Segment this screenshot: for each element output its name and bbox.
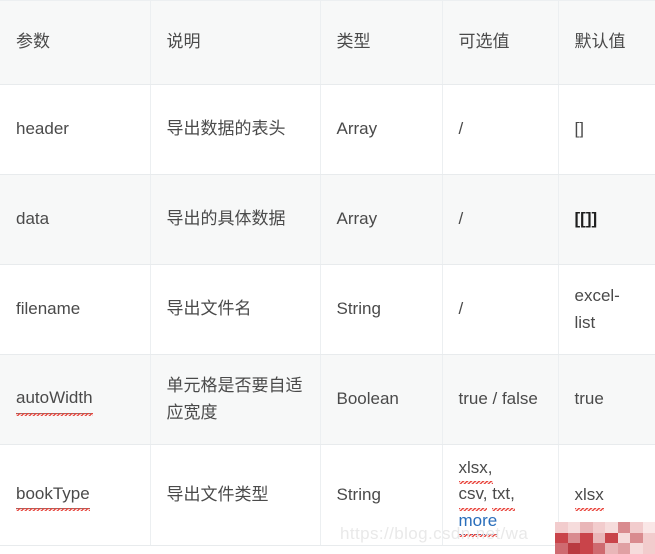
cell-options-booktype: xlsx, csv, txt, more	[442, 444, 559, 547]
misspelled-word-autowidth: autoWidth	[16, 385, 93, 417]
more-link[interactable]: more	[458, 508, 498, 538]
table-header-row: 参数 说明 类型 可选值 默认值	[0, 0, 655, 85]
cell-options-autowidth: true / false	[442, 354, 559, 445]
cell-default-data: [[]]	[558, 174, 655, 265]
table-row: data 导出的具体数据 Array / [[]]	[0, 174, 655, 265]
option-line-one: xlsx,	[458, 455, 542, 485]
table-row: autoWidth 单元格是否要自适应宽度 Boolean true / fal…	[0, 354, 655, 445]
cell-options-filename: /	[442, 264, 559, 355]
misspelled-word-txt: txt,	[492, 481, 515, 512]
misspelled-word-booktype: bookType	[16, 481, 90, 512]
document-root: 参数 说明 类型 可选值 默认值 header 导出数据的表头 Array / …	[0, 0, 655, 554]
cell-param-booktype: bookType	[0, 444, 151, 547]
cell-description-header: 导出数据的表头	[150, 84, 321, 175]
cell-param-header: header	[0, 84, 151, 175]
column-header-options: 可选值	[442, 0, 559, 85]
cell-default-filename: excel-list	[558, 264, 655, 355]
table-header: 参数 说明 类型 可选值 默认值	[0, 0, 655, 85]
cell-default-booktype: xlsx	[558, 444, 655, 547]
cell-description-filename: 导出文件名	[150, 264, 321, 355]
cell-type-autowidth: Boolean	[320, 354, 443, 445]
cell-options-header: /	[442, 84, 559, 175]
cell-description-data: 导出的具体数据	[150, 174, 321, 265]
cell-options-data: /	[442, 174, 559, 265]
option-line-two: csv, txt,	[458, 481, 542, 512]
cell-param-filename: filename	[0, 264, 151, 355]
misspelled-word-xlsx-default: xlsx	[574, 482, 605, 512]
default-value-text: [[]]	[574, 209, 598, 229]
cell-default-header: []	[558, 84, 655, 175]
column-header-desc: 说明	[150, 0, 321, 85]
cell-type-filename: String	[320, 264, 443, 355]
table-body: header 导出数据的表头 Array / [] data 导出的具体数据 A…	[0, 84, 655, 547]
parameter-table: 参数 说明 类型 可选值 默认值 header 导出数据的表头 Array / …	[0, 0, 655, 547]
cell-default-autowidth: true	[558, 354, 655, 445]
table-row: bookType 导出文件类型 String xlsx, csv, txt, m…	[0, 444, 655, 547]
column-header-default: 默认值	[558, 0, 655, 85]
misspelled-word-csv: csv,	[458, 481, 487, 512]
table-row: filename 导出文件名 String / excel-list	[0, 264, 655, 355]
cell-description-booktype: 导出文件类型	[150, 444, 321, 547]
cell-description-autowidth: 单元格是否要自适应宽度	[150, 354, 321, 445]
cell-type-data: Array	[320, 174, 443, 265]
table-row: header 导出数据的表头 Array / []	[0, 84, 655, 175]
misspelled-word-xlsx: xlsx,	[458, 455, 493, 485]
cell-type-header: Array	[320, 84, 443, 175]
cell-param-data: data	[0, 174, 151, 265]
cell-param-autowidth: autoWidth	[0, 354, 151, 445]
option-line-three: more	[458, 508, 542, 538]
column-header-type: 类型	[320, 0, 443, 85]
column-header-param: 参数	[0, 0, 151, 85]
cell-type-booktype: String	[320, 444, 443, 547]
